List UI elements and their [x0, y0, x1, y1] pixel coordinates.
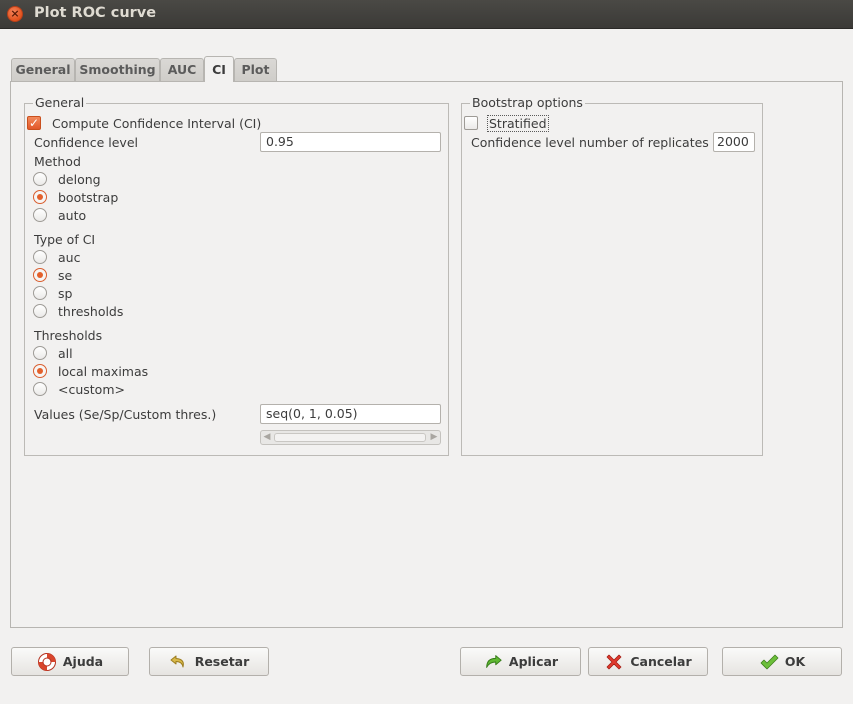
- ci-type-se-label[interactable]: se: [58, 268, 72, 283]
- thresholds-label: Thresholds: [34, 328, 103, 343]
- method-label: Method: [34, 154, 81, 169]
- apply-button[interactable]: Aplicar: [460, 647, 581, 676]
- method-delong-radio[interactable]: [33, 172, 47, 186]
- confidence-level-input[interactable]: 0.95: [260, 132, 441, 152]
- method-bootstrap-label[interactable]: bootstrap: [58, 190, 118, 205]
- bootstrap-frame: Bootstrap options: [461, 95, 763, 456]
- scroll-right-icon[interactable]: ▶: [428, 431, 440, 444]
- ci-type-sp-radio[interactable]: [33, 286, 47, 300]
- method-auto-label[interactable]: auto: [58, 208, 86, 223]
- ci-type-auc-radio[interactable]: [33, 250, 47, 264]
- cancel-button-label: Cancelar: [630, 654, 692, 669]
- ok-button[interactable]: OK: [722, 647, 842, 676]
- method-auto-radio[interactable]: [33, 208, 47, 222]
- bootstrap-frame-label: Bootstrap options: [470, 95, 585, 110]
- thresholds-local-maximas-radio[interactable]: [33, 364, 47, 378]
- ci-type-auc-label[interactable]: auc: [58, 250, 80, 265]
- values-input[interactable]: seq(0, 1, 0.05): [260, 404, 441, 424]
- compute-ci-label[interactable]: Compute Confidence Interval (CI): [52, 116, 261, 131]
- thresholds-custom-label[interactable]: <custom>: [58, 382, 125, 397]
- thresholds-all-radio[interactable]: [33, 346, 47, 360]
- help-button[interactable]: Ajuda: [11, 647, 129, 676]
- reset-button[interactable]: Resetar: [149, 647, 269, 676]
- replicates-input[interactable]: 2000: [713, 132, 755, 152]
- reset-button-label: Resetar: [194, 654, 250, 669]
- thresholds-all-label[interactable]: all: [58, 346, 73, 361]
- scrollbar-thumb[interactable]: [274, 433, 426, 442]
- checkmark-icon: [759, 652, 779, 672]
- scroll-left-icon[interactable]: ◀: [261, 431, 273, 444]
- ok-button-label: OK: [784, 654, 806, 669]
- ci-content: General ✓ Compute Confidence Interval (C…: [0, 0, 853, 704]
- method-bootstrap-radio[interactable]: [33, 190, 47, 204]
- cancel-x-icon: [604, 652, 624, 672]
- ci-type-sp-label[interactable]: sp: [58, 286, 72, 301]
- help-button-label: Ajuda: [62, 654, 104, 669]
- stratified-label[interactable]: Stratified: [487, 115, 549, 132]
- apply-button-label: Aplicar: [508, 654, 559, 669]
- undo-icon: [169, 652, 189, 672]
- general-frame-label: General: [33, 95, 87, 110]
- ci-type-thresholds-label[interactable]: thresholds: [58, 304, 123, 319]
- values-label: Values (Se/Sp/Custom thres.): [34, 407, 217, 422]
- ci-type-thresholds-radio[interactable]: [33, 304, 47, 318]
- redo-arrow-icon: [483, 652, 503, 672]
- type-of-ci-label: Type of CI: [34, 232, 96, 247]
- ci-type-se-radio[interactable]: [33, 268, 47, 282]
- compute-ci-checkbox[interactable]: ✓: [27, 116, 41, 130]
- method-delong-label[interactable]: delong: [58, 172, 101, 187]
- thresholds-custom-radio[interactable]: [33, 382, 47, 396]
- values-scrollbar[interactable]: ◀ ▶: [260, 430, 441, 445]
- confidence-level-label: Confidence level: [34, 135, 138, 150]
- stratified-checkbox[interactable]: [464, 116, 478, 130]
- replicates-label: Confidence level number of replicates: [471, 135, 709, 150]
- thresholds-local-maximas-label[interactable]: local maximas: [58, 364, 148, 379]
- cancel-button[interactable]: Cancelar: [588, 647, 708, 676]
- lifebuoy-icon: [37, 652, 57, 672]
